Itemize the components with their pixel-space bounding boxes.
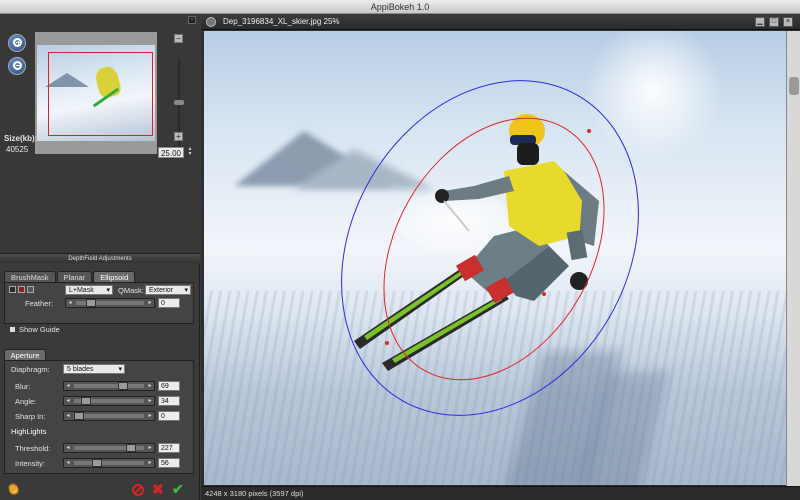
intensity-slider[interactable]: ◂ ▸	[63, 458, 155, 468]
diaphragm-label: Diaphragm:	[11, 365, 50, 374]
show-guide-label: Show Guide	[19, 325, 60, 334]
mask-select[interactable]: L+Mask	[65, 285, 113, 296]
vertical-scrollbar-thumb[interactable]	[789, 77, 799, 95]
tab-planar[interactable]: Planar	[56, 271, 93, 282]
intensity-value[interactable]: 56	[158, 458, 180, 468]
image-window: Dep_3196834_XL_skier.jpg 25% ▁ □ × 4248 …	[201, 14, 800, 500]
zoom-out-icon[interactable]	[8, 57, 26, 75]
viewport-rectangle[interactable]	[48, 52, 153, 136]
zoom-value-field[interactable]: 25.00	[158, 147, 184, 158]
angle-value[interactable]: 34	[158, 396, 180, 406]
blur-value[interactable]: 69	[158, 381, 180, 391]
size-value: 40525	[6, 145, 29, 154]
sharp-in-slider[interactable]: ◂ ▸	[63, 411, 155, 421]
highlights-label: HighLights	[11, 427, 47, 436]
navigator-thumbnail-frame	[35, 32, 157, 154]
sharp-in-label: Sharp In:	[15, 412, 46, 421]
mask-brush-icon[interactable]	[27, 286, 34, 293]
zoom-in-icon[interactable]	[8, 34, 26, 52]
angle-slider[interactable]: ◂ ▸	[63, 396, 155, 406]
no-entry-icon[interactable]	[132, 484, 144, 496]
left-panel: ▫ − + Size(kb): 40525 25.00 ▴ ▾ DepthFiel…	[0, 14, 200, 500]
qmask-label: QMask:	[118, 286, 144, 295]
ellipse-handle	[385, 341, 389, 345]
angle-label: Angle:	[15, 397, 37, 406]
document-icon	[206, 17, 216, 27]
aperture-panel: Diaphragm: 5 blades Blur: ◂▸ 69 Angle: ◂…	[4, 360, 194, 474]
diaphragm-select[interactable]: 5 blades	[63, 364, 125, 375]
x-icon[interactable]: ✖	[152, 481, 164, 498]
image-window-title: Dep_3196834_XL_skier.jpg 25%	[223, 17, 340, 26]
tab-brushmask[interactable]: BrushMask	[4, 271, 56, 282]
panel-detach-icon[interactable]: ▫	[188, 16, 196, 24]
zoom-slider[interactable]	[173, 48, 185, 158]
depthfield-header: DepthField Adjustments	[0, 253, 200, 263]
zoom-slider-plus-button[interactable]: +	[174, 132, 183, 141]
vertical-scrollbar[interactable]	[786, 31, 800, 486]
gear-icon[interactable]	[7, 480, 20, 497]
skier-illustration	[341, 80, 639, 416]
show-guide-checkbox[interactable]: Show Guide	[10, 325, 60, 334]
status-bar: 4248 x 3180 pixels (3597 dpi)	[201, 486, 800, 500]
mask-add-icon[interactable]	[18, 286, 25, 293]
threshold-value[interactable]: 227	[158, 443, 180, 453]
minimize-button[interactable]: ▁	[755, 17, 765, 27]
navigator-panel: ▫ − + Size(kb): 40525 25.00 ▴ ▾	[0, 14, 200, 259]
image-dimensions: 4248 x 3180 pixels (3597 dpi)	[205, 489, 304, 498]
feather-value[interactable]: 0	[158, 298, 180, 308]
threshold-slider[interactable]: ◂ ▸	[63, 443, 155, 453]
image-canvas[interactable]	[204, 31, 786, 485]
check-icon[interactable]: ✔	[172, 481, 184, 498]
ellipse-handle	[587, 129, 591, 133]
maximize-button[interactable]: □	[769, 17, 779, 27]
feather-label: Feather:	[25, 299, 53, 308]
feather-slider[interactable]: ◂ ▸	[65, 298, 155, 308]
app-title-bar: AppiBokeh 1.0	[0, 0, 800, 14]
tab-ellipsoid[interactable]: Ellipsoid	[93, 271, 136, 282]
ellipsoid-tab-body: L+Mask QMask: Exterior Feather: ◂▸ 0	[4, 282, 194, 324]
blur-label: Blur:	[15, 382, 31, 391]
tab-aperture[interactable]: Aperture	[4, 349, 46, 360]
blur-slider[interactable]: ◂ ▸	[63, 381, 155, 391]
zoom-slider-minus-button[interactable]: −	[174, 34, 183, 43]
ellipse-handle	[542, 292, 546, 296]
qmask-select[interactable]: Exterior	[145, 285, 191, 296]
zoom-slider-knob[interactable]	[174, 100, 184, 105]
threshold-label: Threshold:	[15, 444, 51, 453]
intensity-label: Intensity:	[15, 459, 46, 468]
app-title: AppiBokeh 1.0	[370, 2, 430, 12]
depthfield-tabs: BrushMask Planar Ellipsoid	[4, 271, 136, 282]
mask-mode-icon[interactable]	[9, 286, 16, 293]
zoom-spinner[interactable]: ▴ ▾	[186, 146, 194, 158]
sharp-in-value[interactable]: 0	[158, 411, 180, 421]
navigator-thumbnail[interactable]	[37, 45, 155, 141]
show-guide-check[interactable]	[10, 327, 15, 332]
close-window-button[interactable]: ×	[783, 17, 793, 27]
image-window-header: Dep_3196834_XL_skier.jpg 25% ▁ □ ×	[201, 14, 800, 30]
size-label: Size(kb):	[4, 134, 38, 143]
action-bar: ✖ ✔	[0, 480, 200, 500]
